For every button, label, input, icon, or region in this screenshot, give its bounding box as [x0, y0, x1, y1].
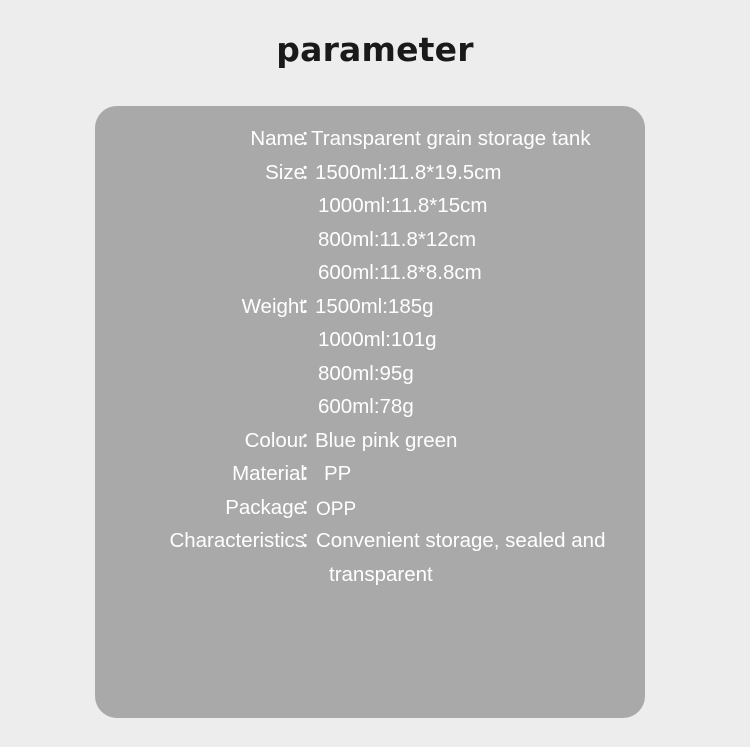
page-title: parameter [276, 30, 474, 69]
spec-row-weight-1000ml: 1000ml:101g [95, 323, 645, 357]
spec-label-name: Name [250, 127, 305, 150]
spec-value-size-1500ml: 1500ml:11.8*19.5cm [315, 160, 502, 184]
spec-value-size-600ml: 600ml:11.8*8.8cm [318, 261, 482, 284]
spec-value-size-800ml: 800ml:11.8*12cm [318, 227, 477, 251]
spec-row-package: Package ： OPP [95, 491, 645, 525]
spec-value-characteristics-line2: transparent [329, 562, 433, 586]
spec-row-weight: Weight ： 1500ml:185g [95, 290, 645, 324]
spec-label-weight: Weight [241, 294, 305, 318]
spec-row-size: Size ： 1500ml:11.8*19.5cm [95, 156, 645, 190]
spec-value-name: Transparent grain storage tank [311, 127, 591, 150]
spec-value-weight-1000ml: 1000ml:101g [318, 328, 437, 351]
spec-row-characteristics: Characteristics ： Convenient storage, se… [95, 524, 645, 558]
specification-panel: Name ： Transparent grain storage tank Si… [95, 106, 645, 718]
spec-row-weight-800ml: 800ml:95g [95, 357, 645, 391]
spec-value-characteristics: Convenient storage, sealed and [316, 529, 606, 552]
spec-row-material: Material ： PP [95, 457, 645, 491]
spec-value-material: PP [324, 462, 352, 485]
spec-row-colour: Colour ： Blue pink green [95, 424, 645, 458]
spec-row-characteristics-line2: transparent [95, 558, 645, 592]
spec-label-material: Material [232, 462, 305, 485]
specification-list: Name ： Transparent grain storage tank Si… [95, 122, 645, 591]
spec-label-colour: Colour [244, 428, 305, 452]
spec-value-size-1000ml: 1000ml:11.8*15cm [318, 194, 488, 217]
spec-row-size-600ml: 600ml:11.8*8.8cm [95, 256, 645, 290]
spec-value-colour: Blue pink green [315, 428, 458, 452]
spec-row-size-800ml: 800ml:11.8*12cm [95, 223, 645, 257]
spec-colon: ： [300, 462, 321, 485]
spec-value-package: OPP [316, 498, 357, 520]
spec-value-weight-800ml: 800ml:95g [318, 361, 414, 385]
spec-label-package: Package [225, 495, 305, 519]
spec-label-characteristics: Characteristics [169, 529, 305, 552]
spec-row-size-1000ml: 1000ml:11.8*15cm [95, 189, 645, 223]
spec-row-weight-600ml: 600ml:78g [95, 390, 645, 424]
spec-value-weight-1500ml: 1500ml:185g [315, 294, 434, 318]
spec-value-weight-600ml: 600ml:78g [318, 395, 414, 418]
spec-row-name: Name ： Transparent grain storage tank [95, 122, 645, 156]
